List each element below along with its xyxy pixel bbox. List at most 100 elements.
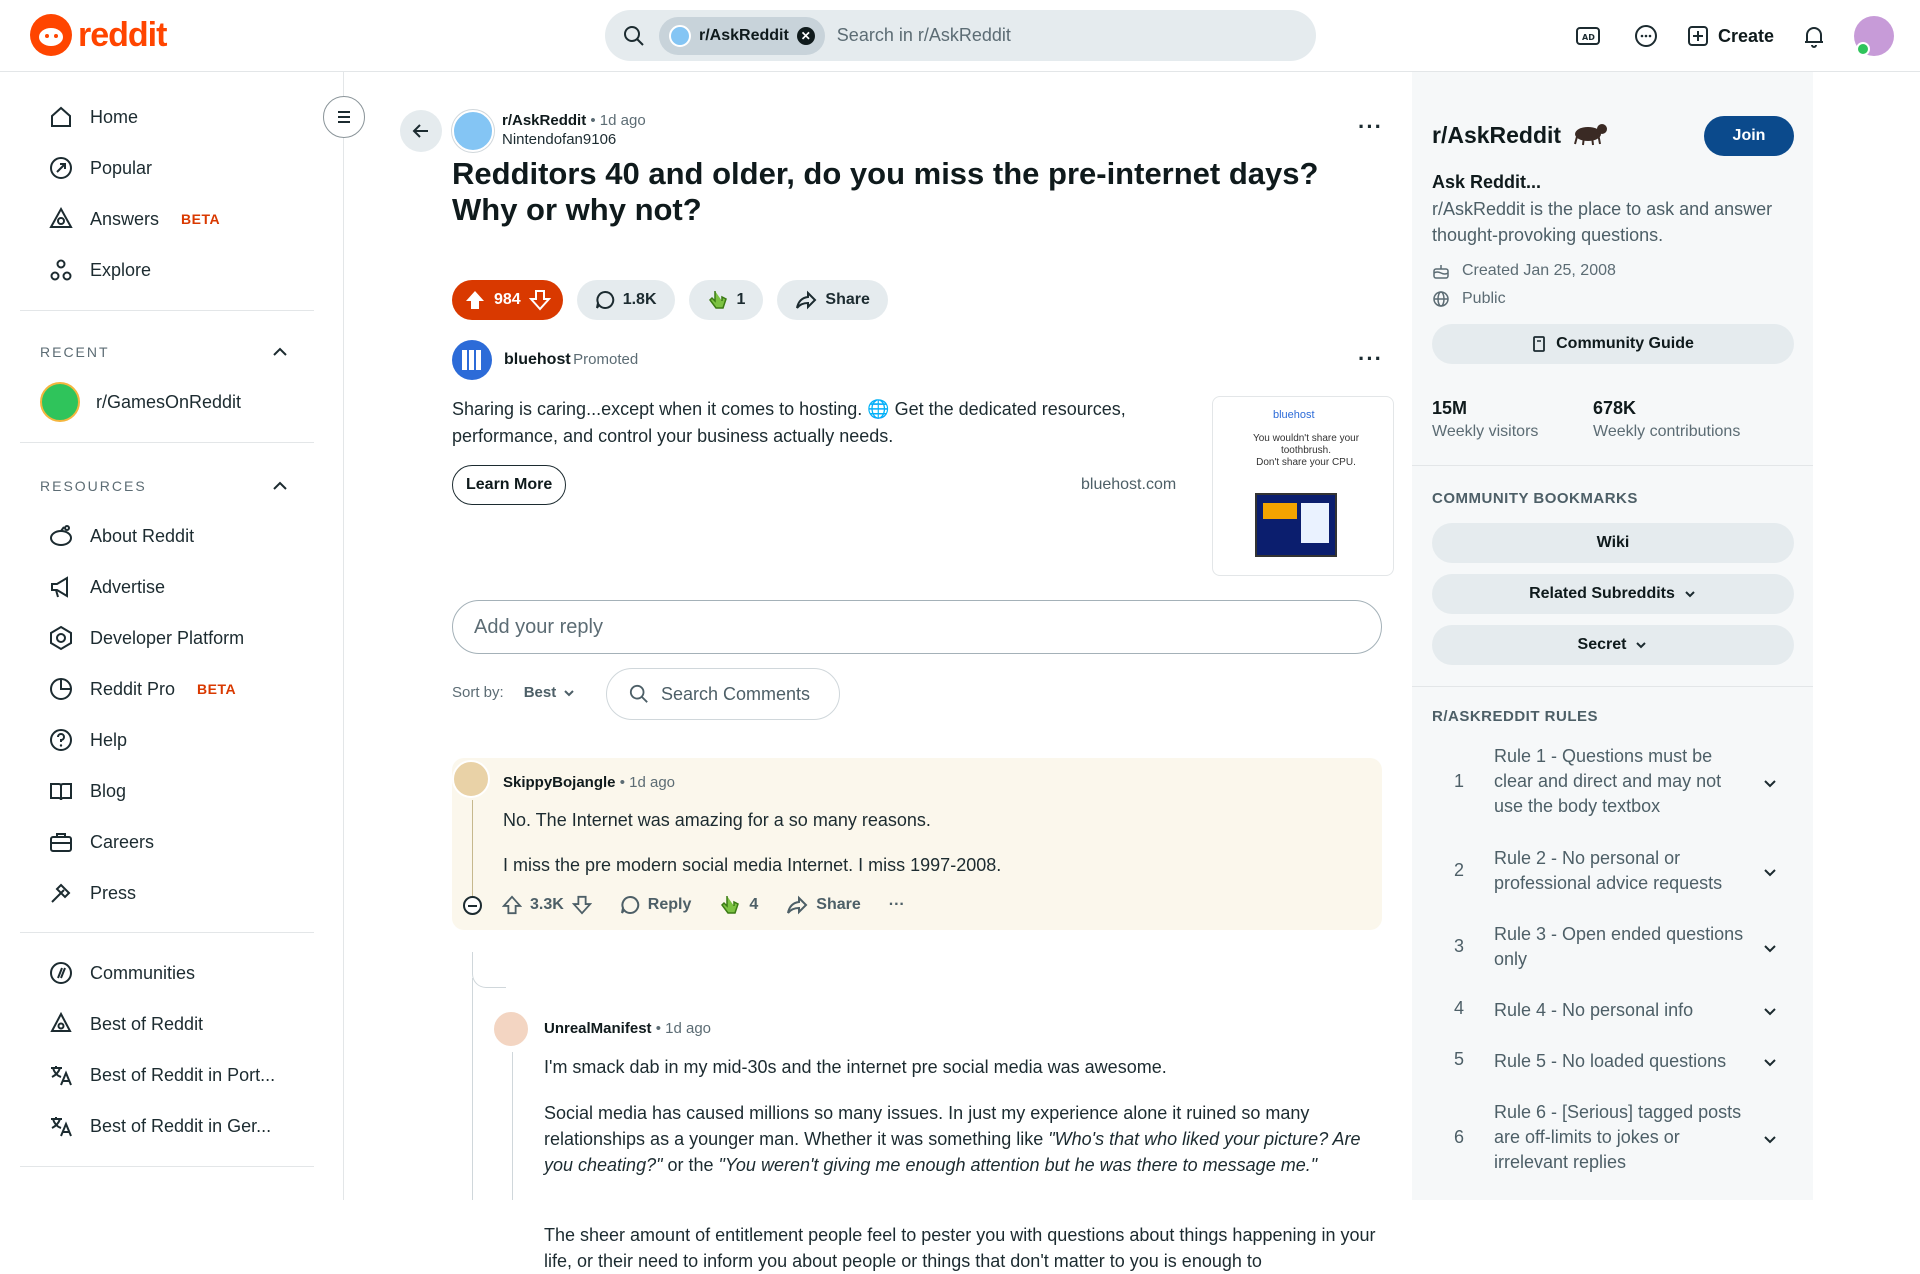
chevron-up-icon[interactable] (270, 476, 290, 496)
comment-author[interactable]: UnrealManifest (544, 1020, 652, 1037)
bookmark-wiki-button[interactable]: Wiki (1432, 523, 1794, 563)
community-guide-button[interactable]: Community Guide (1432, 324, 1794, 364)
post-subreddit-link[interactable]: r/AskReddit (502, 112, 586, 129)
comment-author-avatar[interactable] (452, 760, 490, 798)
sidebar-item-home[interactable]: Home (0, 92, 320, 142)
sidebar-item-reddit-pro[interactable]: Reddit Pro BETA (0, 664, 320, 714)
comment-time: 1d ago (665, 1020, 712, 1037)
back-button[interactable] (400, 110, 442, 152)
search-input[interactable]: Search in r/AskReddit (837, 25, 1011, 46)
rule-text: Rule 2 - No personal or professional adv… (1494, 848, 1723, 893)
sidebar-item-press[interactable]: Press (0, 868, 320, 918)
chat-icon[interactable] (1628, 18, 1664, 54)
rule-item[interactable]: 5 Rule 5 - No loaded questions (1432, 1049, 1794, 1085)
sidebar-divider (20, 442, 314, 443)
sidebar-item-advertise[interactable]: Advertise (0, 562, 320, 612)
advertiser-name[interactable]: bluehost (504, 351, 571, 369)
rule-item[interactable]: 3 Rule 3 - Open ended questions only (1432, 922, 1794, 982)
comment-vote-control: 3.3K (502, 895, 592, 915)
comment-header: SkippyBojangle • 1d ago (503, 774, 676, 791)
post-vote-count: 984 (494, 291, 521, 308)
weekly-visitors-value: 15M (1432, 398, 1468, 418)
sidebar-item-popular[interactable]: Popular (0, 143, 320, 193)
notification-bell-icon[interactable] (1796, 18, 1832, 54)
chevron-down-icon (1764, 1008, 1776, 1016)
meta-separator: • (590, 112, 596, 129)
comment-text: The sheer amount of entitlement people f… (544, 1225, 1376, 1271)
sidebar-item-about-reddit[interactable]: About Reddit (0, 511, 320, 561)
rule-text: Rule 6 - [Serious] tagged posts are off-… (1494, 1102, 1742, 1172)
arrow-left-icon (412, 124, 428, 138)
thread-line[interactable] (472, 978, 473, 1200)
comment-author[interactable]: SkippyBojangle (503, 774, 616, 791)
bookmark-label: Secret (1577, 636, 1627, 653)
award-hand-icon (708, 291, 727, 309)
subreddit-avatar (669, 24, 691, 47)
comment-author-avatar[interactable] (492, 1010, 530, 1048)
chevron-up-icon[interactable] (270, 342, 290, 362)
sidebar-item-best-of-reddit-german[interactable]: Best of Reddit in Ger... (0, 1101, 320, 1151)
sidebar-item-careers[interactable]: Careers (0, 817, 320, 867)
post-author-link[interactable]: Nintendofan9106 (502, 131, 646, 148)
award-button[interactable]: 1 (688, 280, 764, 320)
collapse-thread-icon[interactable] (463, 896, 482, 915)
clear-scope-icon[interactable]: ✕ (796, 26, 815, 45)
search-comments-input[interactable]: Search Comments (606, 668, 840, 720)
thread-line[interactable] (472, 800, 473, 910)
rule-item[interactable]: 6 Rule 6 - [Serious] tagged posts are of… (1432, 1100, 1794, 1190)
sidebar-item-answers[interactable]: Answers BETA (0, 194, 320, 244)
translate-icon (51, 1117, 72, 1137)
rule-item[interactable]: 4 Rule 4 - No personal info (1432, 998, 1794, 1034)
comments-button[interactable]: 1.8K (576, 280, 675, 320)
sidebar-item-explore[interactable]: Explore (0, 245, 320, 295)
search-bar[interactable]: r/AskReddit ✕ Search in r/AskReddit (605, 10, 1316, 61)
comment-more-icon[interactable]: ··· (889, 896, 905, 914)
bookmark-secret-button[interactable]: Secret (1432, 625, 1794, 665)
downvote-icon[interactable] (528, 289, 551, 311)
sidebar-item-communities[interactable]: Communities (0, 948, 320, 998)
upvote-icon[interactable] (464, 289, 486, 311)
ad-image[interactable]: bluehost You wouldn't share your toothbr… (1212, 396, 1394, 576)
post-more-icon[interactable]: ··· (1358, 114, 1383, 140)
advertiser-logo[interactable] (452, 340, 492, 380)
user-avatar[interactable] (1854, 16, 1894, 56)
sidebar-item-best-of-reddit[interactable]: Best of Reddit (0, 999, 320, 1049)
ad-image-brand: bluehost (1273, 409, 1315, 421)
rule-item[interactable]: 2 Rule 2 - No personal or professional a… (1432, 846, 1794, 906)
ad-more-icon[interactable]: ··· (1358, 346, 1383, 372)
developer-icon (50, 625, 72, 651)
reply-input[interactable]: Add your reply (452, 600, 1382, 654)
reddit-snoo-icon (30, 14, 72, 56)
comment-award-button[interactable]: 4 (719, 894, 758, 916)
sidebar-item-help[interactable]: Help (0, 715, 320, 765)
sidebar-item-blog[interactable]: Blog (0, 766, 320, 816)
megaphone-icon (51, 576, 68, 598)
advertise-icon[interactable]: AD (1570, 18, 1606, 54)
sidebar-item-developer-platform[interactable]: Developer Platform (0, 613, 320, 663)
community-name[interactable]: r/AskReddit (1432, 122, 1561, 149)
sidebar-item-label: Developer Platform (90, 627, 245, 648)
rule-item[interactable]: 1 Rule 1 - Questions must be clear and d… (1432, 744, 1794, 834)
thread-line[interactable] (512, 1052, 513, 1200)
sidebar-item-best-of-reddit-portuguese[interactable]: Best of Reddit in Port... (0, 1050, 320, 1100)
learn-more-button[interactable]: Learn More (452, 465, 567, 505)
downvote-icon[interactable] (571, 895, 592, 915)
share-button[interactable]: Share (777, 280, 888, 320)
sidebar-item-recent-community[interactable]: r/GamesOnReddit (0, 377, 320, 427)
search-scope-chip[interactable]: r/AskReddit ✕ (659, 16, 825, 55)
sidebar-toggle-button[interactable] (323, 96, 365, 138)
bookmark-related-subreddits-button[interactable]: Related Subreddits (1432, 574, 1794, 614)
upvote-icon[interactable] (502, 895, 522, 915)
community-guide-label: Community Guide (1556, 335, 1694, 352)
create-button[interactable]: Create (1686, 24, 1774, 48)
comment-share-button[interactable]: Share (786, 894, 861, 916)
rule-number: 2 (1454, 860, 1465, 880)
subreddit-avatar[interactable] (452, 110, 494, 152)
ad-domain[interactable]: bluehost.com (1081, 476, 1176, 494)
join-button[interactable]: Join (1704, 116, 1794, 156)
resources-section-title: RESOURCES (40, 478, 147, 494)
answers-icon (49, 206, 73, 228)
sort-dropdown[interactable]: Best (524, 684, 577, 701)
reply-button[interactable]: Reply (620, 895, 691, 915)
reddit-logo[interactable]: reddit (30, 14, 167, 56)
